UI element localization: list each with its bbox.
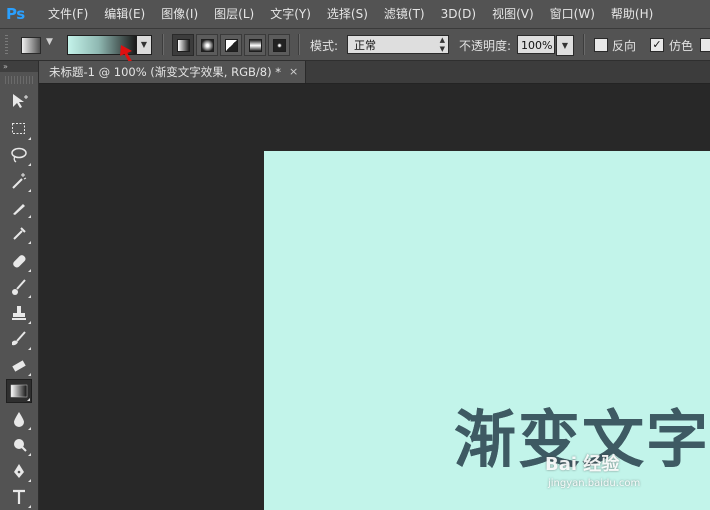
- close-icon[interactable]: ×: [289, 61, 298, 83]
- transparency-checkbox[interactable]: [700, 38, 710, 52]
- brush-tool[interactable]: [6, 275, 32, 299]
- tool-flyout-indicator: [28, 373, 31, 376]
- reverse-checkbox[interactable]: [594, 38, 608, 52]
- menu-layer[interactable]: 图层(L): [206, 0, 262, 28]
- document-tab-bar: 未标题-1 @ 100% (渐变文字效果, RGB/8) * ×: [39, 61, 710, 84]
- options-separator: [583, 34, 585, 55]
- tool-preset-icon[interactable]: [21, 37, 41, 54]
- magic-wand-tool[interactable]: [6, 169, 32, 193]
- marquee-tool[interactable]: [6, 117, 32, 141]
- tool-flyout-indicator: [28, 163, 31, 166]
- magic-wand-icon: [12, 173, 27, 189]
- menu-help[interactable]: 帮助(H): [603, 0, 661, 28]
- blend-mode-value: 正常: [354, 39, 376, 52]
- dodge-icon: [14, 439, 27, 452]
- radial-gradient-button[interactable]: [196, 34, 218, 56]
- menu-type[interactable]: 文字(Y): [262, 0, 319, 28]
- brush-icon: [12, 279, 26, 295]
- menu-bar: Ps 文件(F) 编辑(E) 图像(I) 图层(L) 文字(Y) 选择(S) 滤…: [0, 0, 710, 29]
- type-icon: [13, 489, 25, 504]
- tool-flyout-indicator: [27, 398, 30, 401]
- move-icon: [13, 94, 28, 108]
- menu-window[interactable]: 窗口(W): [542, 0, 603, 28]
- move-tool[interactable]: [6, 89, 32, 113]
- dodge-tool[interactable]: [6, 433, 32, 457]
- lasso-icon: [11, 147, 27, 163]
- toolbox-collapse-icon[interactable]: »: [0, 61, 38, 72]
- type-tool[interactable]: [6, 485, 32, 509]
- water-drop-icon: [14, 412, 24, 427]
- tool-flyout-indicator: [28, 347, 31, 350]
- document-canvas[interactable]: 渐变文字: [264, 151, 710, 510]
- menu-edit[interactable]: 编辑(E): [96, 0, 153, 28]
- reverse-label: 反向: [612, 39, 637, 53]
- baidu-jingyan-watermark: Bai 经验: [545, 454, 620, 475]
- rectangular-marquee-icon: [12, 123, 25, 134]
- tool-flyout-indicator: [28, 137, 31, 140]
- watermark-url: jingyan.baidu.com: [548, 478, 641, 489]
- blend-mode-select[interactable]: 正常 ▲ ▼: [347, 35, 449, 54]
- menu-3d[interactable]: 3D(D): [433, 0, 484, 28]
- reflected-gradient-button[interactable]: [244, 34, 266, 56]
- angle-gradient-button[interactable]: [220, 34, 242, 56]
- tool-flyout-indicator: [28, 453, 31, 456]
- dither-label: 仿色: [669, 39, 694, 53]
- diamond-gradient-button[interactable]: [268, 34, 290, 56]
- eyedropper-icon: [13, 227, 26, 240]
- pen-icon: [14, 464, 24, 478]
- tool-flyout-indicator: [28, 189, 31, 192]
- menu-filter[interactable]: 滤镜(T): [376, 0, 433, 28]
- menu-image[interactable]: 图像(I): [153, 0, 206, 28]
- document-tab[interactable]: 未标题-1 @ 100% (渐变文字效果, RGB/8) * ×: [39, 61, 306, 83]
- healing-brush-tool[interactable]: [6, 249, 32, 273]
- tool-flyout-indicator: [28, 505, 31, 508]
- options-bar: ▼ ▼ 模式: 正常 ▲ ▼ 不透明度: 100% ▼ 反向 ✓ 仿色: [0, 29, 710, 61]
- photoshop-logo: Ps: [6, 5, 25, 23]
- tool-flyout-indicator: [28, 321, 31, 324]
- stamp-icon: [12, 306, 26, 320]
- pen-nib-icon: [13, 204, 25, 215]
- tool-flyout-indicator: [28, 269, 31, 272]
- menu-view[interactable]: 视图(V): [484, 0, 542, 28]
- gradient-icon: [10, 384, 28, 398]
- dither-checkbox[interactable]: ✓: [650, 38, 664, 52]
- gradient-tool[interactable]: [6, 379, 32, 403]
- options-separator: [298, 34, 300, 55]
- diamond-gradient-icon: [272, 38, 286, 52]
- options-bar-grip[interactable]: [5, 35, 8, 54]
- mode-label: 模式:: [310, 39, 339, 53]
- eraser-tool[interactable]: [6, 353, 32, 377]
- reflected-gradient-icon: [248, 38, 262, 52]
- bandage-icon: [13, 255, 26, 268]
- opacity-input[interactable]: 100%: [517, 35, 555, 54]
- linear-gradient-icon: [176, 38, 190, 52]
- history-brush-icon: [12, 331, 26, 346]
- crop-tool[interactable]: [6, 195, 32, 219]
- angle-gradient-icon: [224, 38, 238, 52]
- radial-gradient-icon: [200, 38, 214, 52]
- history-brush-tool[interactable]: [6, 327, 32, 351]
- lasso-tool[interactable]: [6, 143, 32, 167]
- tool-preset-dropdown-icon[interactable]: ▼: [46, 37, 53, 47]
- tool-flyout-indicator: [28, 241, 31, 244]
- tool-flyout-indicator: [28, 215, 31, 218]
- linear-gradient-button[interactable]: [172, 34, 194, 56]
- blur-tool[interactable]: [6, 407, 32, 431]
- tool-flyout-indicator: [28, 295, 31, 298]
- eyedropper-tool[interactable]: [6, 221, 32, 245]
- toolbox-grip[interactable]: [5, 76, 33, 84]
- clone-stamp-tool[interactable]: [6, 301, 32, 325]
- select-spinner-icon: ▲ ▼: [439, 36, 445, 53]
- menu-file[interactable]: 文件(F): [40, 0, 96, 28]
- opacity-label: 不透明度:: [459, 39, 512, 53]
- pen-tool[interactable]: [6, 459, 32, 483]
- eraser-icon: [12, 360, 26, 372]
- opacity-dropdown-icon[interactable]: ▼: [556, 35, 574, 56]
- tool-flyout-indicator: [28, 479, 31, 482]
- tool-flyout-indicator: [28, 427, 31, 430]
- toolbox: »: [0, 61, 39, 510]
- document-tab-title: 未标题-1 @ 100% (渐变文字效果, RGB/8) *: [49, 65, 281, 79]
- options-separator: [162, 34, 164, 55]
- menu-select[interactable]: 选择(S): [319, 0, 376, 28]
